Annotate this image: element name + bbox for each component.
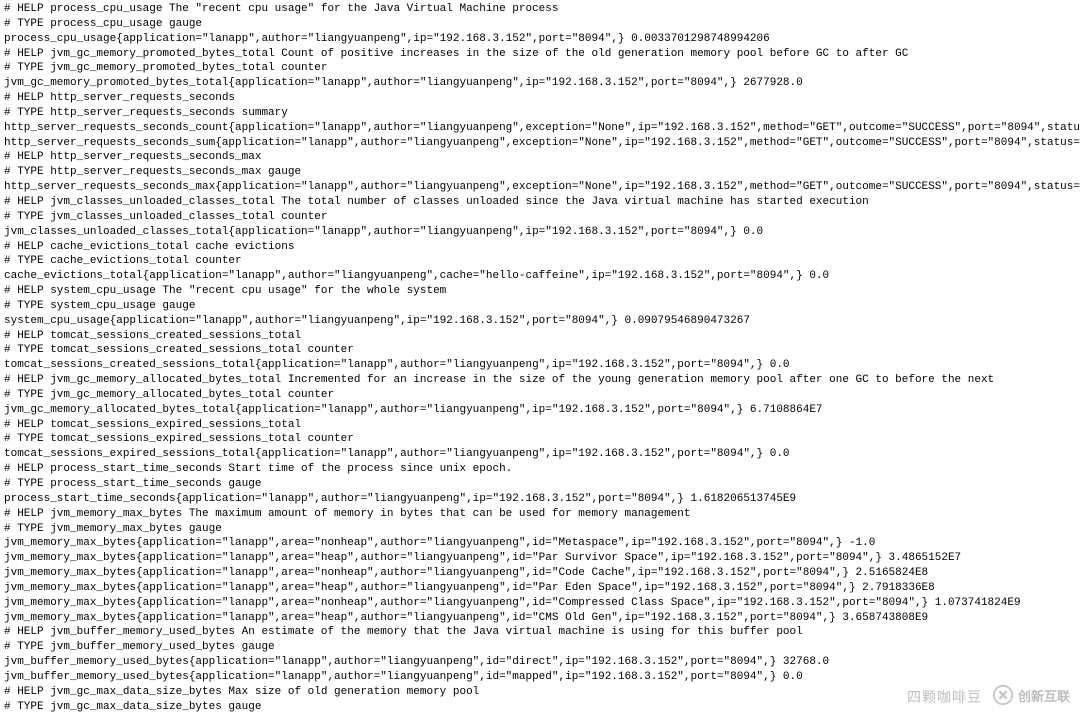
metrics-text-output: # HELP process_cpu_usage The "recent cpu… bbox=[4, 2, 1076, 715]
watermark: 四颗咖啡豆 创新互联 bbox=[907, 684, 1070, 711]
watermark-brand: 创新互联 bbox=[992, 684, 1070, 711]
watermark-text-1: 四颗咖啡豆 bbox=[907, 688, 982, 707]
watermark-logo-icon bbox=[992, 684, 1014, 711]
watermark-text-2: 创新互联 bbox=[1018, 688, 1070, 706]
